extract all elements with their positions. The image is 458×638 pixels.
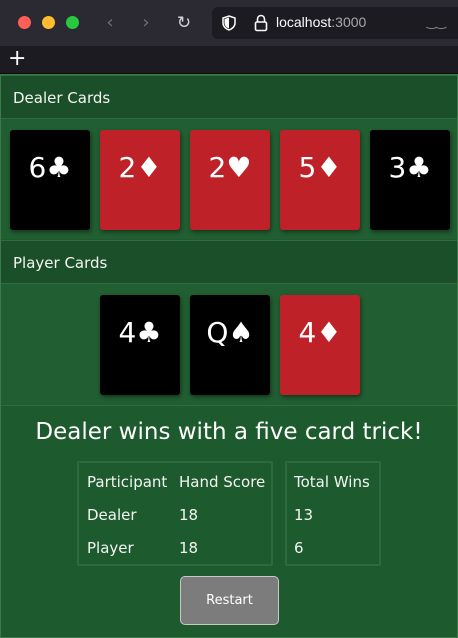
- url-host: localhost: [276, 14, 332, 30]
- tab-strip: +: [0, 46, 458, 74]
- dealer-card-1: 6♣: [10, 130, 90, 230]
- total-wins-table: Total Wins 13 6: [285, 461, 381, 566]
- player-card-row: 4♣ Q♠ 4♦: [1, 284, 457, 406]
- browser-titlebar: ‹ › ↻ localhost:3000 ‿‿: [0, 0, 458, 46]
- blackjack-page: Dealer Cards 6♣ 2♦ 2♥ 5♦ 3♣ Player Cards…: [0, 74, 458, 638]
- hand-score-header: Hand Score: [179, 473, 266, 491]
- dealer-card-5: 3♣: [370, 130, 450, 230]
- dealer-card-3: 2♥: [190, 130, 270, 230]
- new-tab-icon[interactable]: +: [8, 47, 26, 71]
- forward-arrow-icon[interactable]: ›: [134, 11, 158, 35]
- player-name-cell: Player: [87, 539, 134, 557]
- player-card-1: 4♣: [100, 295, 180, 395]
- dealer-card-row: 6♣ 2♦ 2♥ 5♦ 3♣: [1, 119, 457, 239]
- back-arrow-icon[interactable]: ‹: [98, 11, 122, 35]
- restart-button[interactable]: Restart: [180, 576, 279, 625]
- reader-view-icon[interactable]: ‿‿: [427, 15, 446, 29]
- player-total-wins-cell: 6: [294, 539, 304, 557]
- hand-score-table: Participant Hand Score Dealer 18 Player …: [77, 461, 273, 566]
- shield-icon[interactable]: [222, 15, 236, 31]
- player-card-2: Q♠: [190, 295, 270, 395]
- url-port: :3000: [331, 14, 367, 30]
- player-cards-heading: Player Cards: [1, 240, 457, 284]
- result-message: Dealer wins with a five card trick!: [35, 419, 423, 445]
- minimize-window-button[interactable]: [42, 16, 55, 29]
- dealer-card-4: 5♦: [280, 130, 360, 230]
- dealer-hand-score-cell: 18: [179, 506, 199, 524]
- dealer-card-2: 2♦: [100, 130, 180, 230]
- dealer-cards-heading: Dealer Cards: [1, 75, 457, 119]
- lock-icon[interactable]: [254, 14, 268, 32]
- participant-header: Participant: [87, 473, 168, 491]
- dealer-name-cell: Dealer: [87, 506, 137, 524]
- url-text[interactable]: localhost:3000: [276, 14, 366, 30]
- maximize-window-button[interactable]: [66, 16, 79, 29]
- player-card-3: 4♦: [280, 295, 360, 395]
- player-hand-score-cell: 18: [179, 539, 199, 557]
- total-wins-header: Total Wins: [294, 473, 370, 491]
- reload-icon[interactable]: ↻: [172, 11, 196, 35]
- address-bar[interactable]: localhost:3000 ‿‿: [212, 7, 458, 39]
- dealer-total-wins-cell: 13: [294, 506, 314, 524]
- close-window-button[interactable]: [18, 16, 31, 29]
